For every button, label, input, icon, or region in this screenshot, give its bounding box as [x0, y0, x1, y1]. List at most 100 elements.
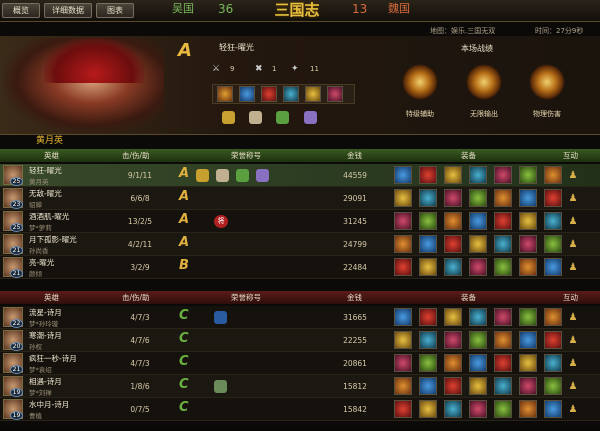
interact-icon[interactable]: ♟: [567, 334, 579, 347]
equip-icon[interactable]: [444, 235, 462, 253]
equip-icon[interactable]: [519, 235, 537, 253]
equip-icon[interactable]: [394, 331, 412, 349]
table-row[interactable]: 21 疯狂一秒-诗月 梦*袁绍 4/7/3 C 20861 ♟: [0, 352, 600, 375]
equip-icon[interactable]: [544, 212, 562, 230]
equip-icon[interactable]: [544, 308, 562, 326]
equip-icon[interactable]: [469, 400, 487, 418]
equip-icon[interactable]: [394, 354, 412, 372]
tab-detail[interactable]: 详细数据: [44, 3, 92, 18]
interact-icon[interactable]: ♟: [567, 192, 579, 205]
table-row[interactable]: 22 流星-诗月 梦*孙玲璇 4/7/3 C 31665 ♟: [0, 306, 600, 329]
equip-icon[interactable]: [419, 258, 437, 276]
equip-icon[interactable]: [469, 258, 487, 276]
equip-icon[interactable]: [494, 212, 512, 230]
equip-icon[interactable]: [544, 235, 562, 253]
equip-icon[interactable]: [419, 212, 437, 230]
equip-icon[interactable]: [494, 308, 512, 326]
table-row[interactable]: 25 酒酒肌-曜光 梦*萝莉 13/2/5 A 31245 ♟ 将: [0, 210, 600, 233]
interact-icon[interactable]: ♟: [567, 357, 579, 370]
equip-icon[interactable]: [444, 258, 462, 276]
interact-icon[interactable]: ♟: [567, 311, 579, 324]
equip-icon[interactable]: [444, 308, 462, 326]
interact-icon[interactable]: ♟: [567, 261, 579, 274]
equip-icon[interactable]: [261, 86, 277, 102]
interact-icon[interactable]: ♟: [567, 215, 579, 228]
equip-icon[interactable]: [419, 377, 437, 395]
equip-icon[interactable]: [419, 354, 437, 372]
table-row[interactable]: 23 无敌-曜光 貂蝉 6/6/8 A 29091 ♟: [0, 187, 600, 210]
equip-icon[interactable]: [469, 235, 487, 253]
equip-icon[interactable]: [519, 308, 537, 326]
table-row[interactable]: 19 相遇-诗月 梦*刘禅 1/8/6 C 15812 ♟: [0, 375, 600, 398]
equip-icon[interactable]: [394, 189, 412, 207]
equip-icon[interactable]: [444, 166, 462, 184]
equip-icon[interactable]: [519, 331, 537, 349]
equip-icon[interactable]: [283, 86, 299, 102]
equip-icon[interactable]: [419, 400, 437, 418]
equip-icon[interactable]: [419, 331, 437, 349]
equip-icon[interactable]: [469, 308, 487, 326]
equip-icon[interactable]: [394, 258, 412, 276]
equip-icon[interactable]: [394, 166, 412, 184]
equip-icon[interactable]: [519, 354, 537, 372]
table-row[interactable]: 19 水中月-诗月 曹植 0/7/5 C 15842 ♟: [0, 398, 600, 421]
equip-icon[interactable]: [444, 400, 462, 418]
equip-icon[interactable]: [419, 308, 437, 326]
equip-icon[interactable]: [544, 166, 562, 184]
equip-icon[interactable]: [469, 212, 487, 230]
equip-icon[interactable]: [544, 377, 562, 395]
equip-icon[interactable]: [444, 377, 462, 395]
table-row[interactable]: 21 亮-曜光 颜倾 3/2/9 B 22484 ♟: [0, 256, 600, 279]
table-row[interactable]: 20 寒潮-诗月 孙权 4/7/6 C 22255 ♟: [0, 329, 600, 352]
equip-icon[interactable]: [469, 166, 487, 184]
equip-icon[interactable]: [394, 212, 412, 230]
equip-icon[interactable]: [519, 212, 537, 230]
equip-icon[interactable]: [444, 189, 462, 207]
equip-icon[interactable]: [544, 400, 562, 418]
equip-icon[interactable]: [239, 86, 255, 102]
tab-chart[interactable]: 图表: [96, 3, 134, 18]
equip-icon[interactable]: [327, 86, 343, 102]
equip-icon[interactable]: [544, 258, 562, 276]
equip-icon[interactable]: [494, 258, 512, 276]
equip-icon[interactable]: [494, 400, 512, 418]
equip-icon[interactable]: [419, 189, 437, 207]
player-name: 月下孤影-曜光: [29, 235, 77, 244]
equip-icon[interactable]: [419, 166, 437, 184]
interact-icon[interactable]: ♟: [567, 238, 579, 251]
equip-icon[interactable]: [494, 377, 512, 395]
equip-icon[interactable]: [494, 354, 512, 372]
equip-icon[interactable]: [494, 331, 512, 349]
equip-icon[interactable]: [394, 235, 412, 253]
table-row[interactable]: 25 轻狂-曜光 黄月英 9/1/11 A 44559 ♟: [0, 164, 600, 187]
equip-icon[interactable]: [444, 354, 462, 372]
equip-icon[interactable]: [469, 377, 487, 395]
equip-icon[interactable]: [394, 400, 412, 418]
equip-icon[interactable]: [469, 354, 487, 372]
tab-overview[interactable]: 概览: [2, 3, 40, 18]
equip-icon[interactable]: [469, 331, 487, 349]
equip-icon[interactable]: [544, 189, 562, 207]
equip-icon[interactable]: [494, 166, 512, 184]
equip-icon[interactable]: [519, 189, 537, 207]
equip-icon[interactable]: [419, 235, 437, 253]
equip-icon[interactable]: [494, 235, 512, 253]
interact-icon[interactable]: ♟: [567, 169, 579, 182]
equip-icon[interactable]: [444, 212, 462, 230]
interact-icon[interactable]: ♟: [567, 380, 579, 393]
equip-icon[interactable]: [519, 166, 537, 184]
equip-icon[interactable]: [519, 258, 537, 276]
equip-icon[interactable]: [544, 354, 562, 372]
equip-icon[interactable]: [394, 377, 412, 395]
equip-icon[interactable]: [217, 86, 233, 102]
interact-icon[interactable]: ♟: [567, 403, 579, 416]
equip-icon[interactable]: [444, 331, 462, 349]
equip-icon[interactable]: [394, 308, 412, 326]
equip-icon[interactable]: [305, 86, 321, 102]
table-row[interactable]: 21 月下孤影-曜光 孙尚香 4/2/11 A 24799 ♟: [0, 233, 600, 256]
equip-icon[interactable]: [494, 189, 512, 207]
equip-icon[interactable]: [519, 400, 537, 418]
equip-icon[interactable]: [519, 377, 537, 395]
equip-icon[interactable]: [469, 189, 487, 207]
equip-icon[interactable]: [544, 331, 562, 349]
